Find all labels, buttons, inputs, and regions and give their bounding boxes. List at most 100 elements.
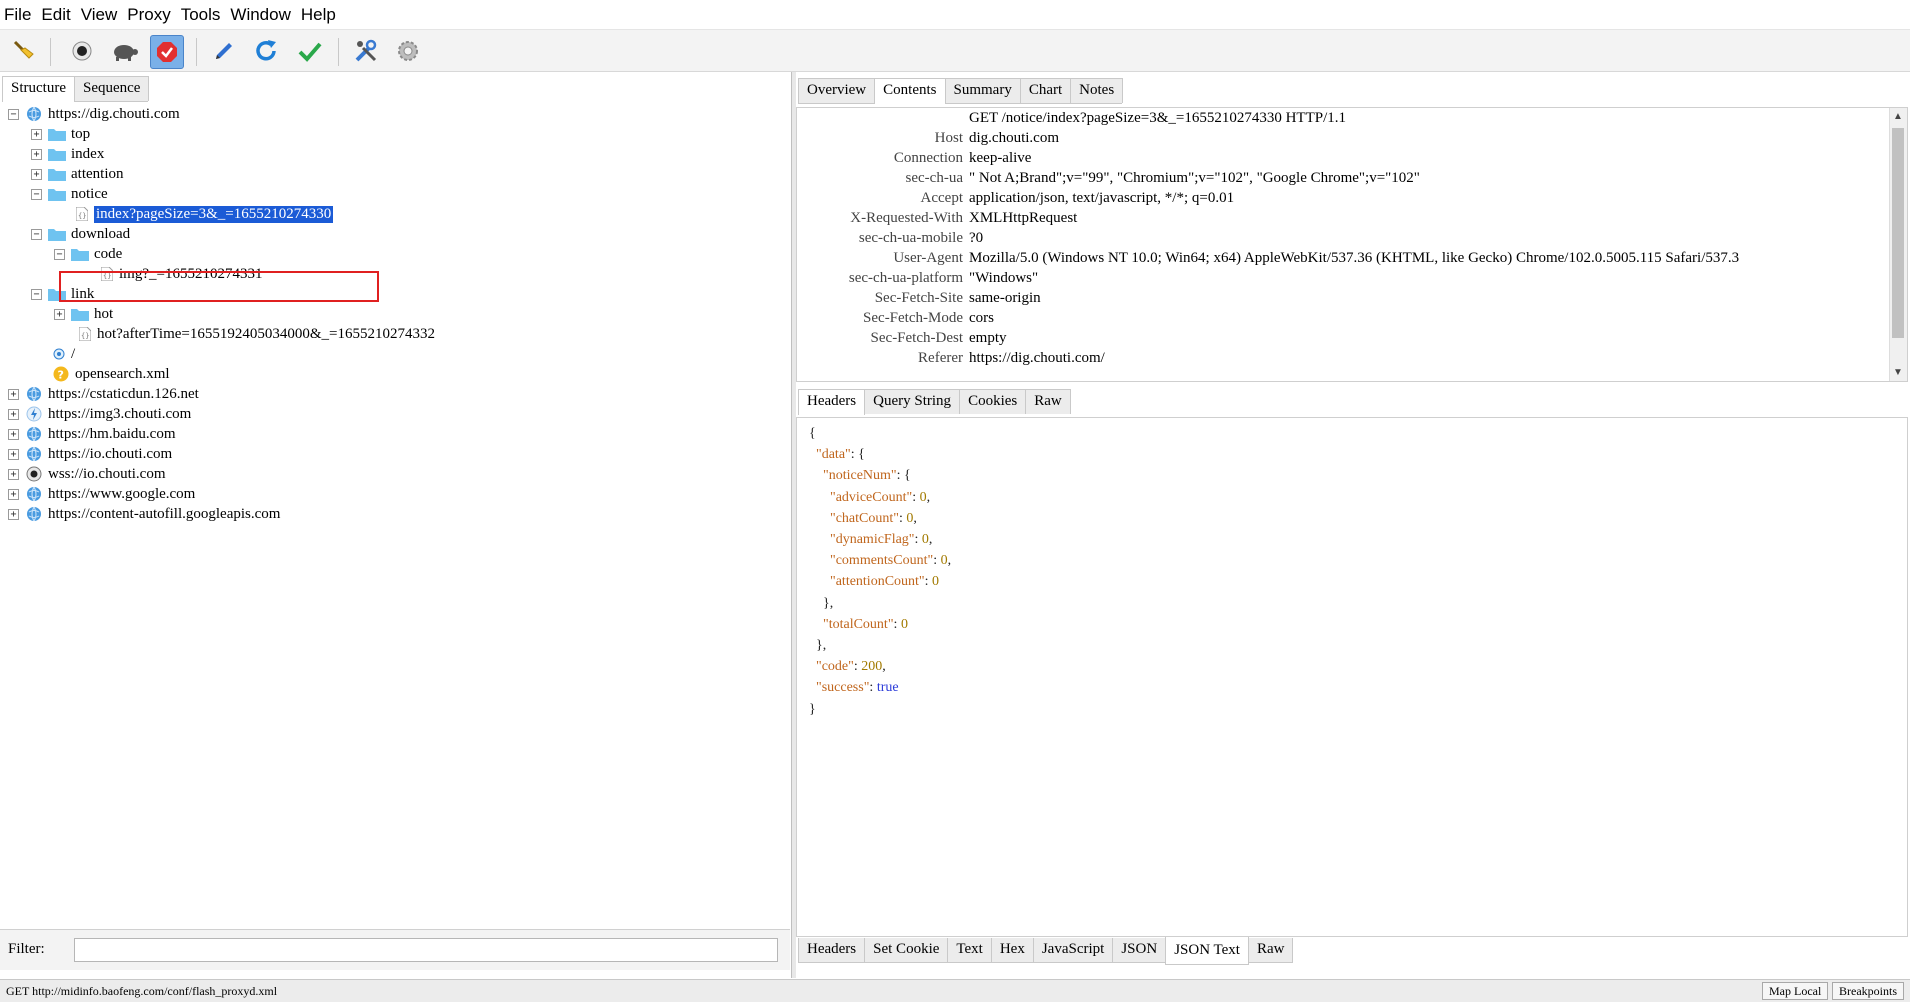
tab-contents[interactable]: Contents [874,78,946,104]
menu-edit[interactable]: Edit [37,5,76,25]
collapse-icon[interactable]: − [31,188,42,200]
breakpoints-button[interactable]: Breakpoints [1832,982,1904,1000]
menu-view[interactable]: View [77,5,124,25]
request-scrollbar[interactable]: ▲ ▼ [1889,108,1907,381]
expand-icon[interactable]: + [8,448,19,460]
svg-text:?: ? [58,369,64,382]
collapse-icon[interactable]: − [54,248,65,260]
expand-icon[interactable]: + [8,488,19,500]
pen-edit-icon[interactable] [208,35,240,67]
tree-node-host[interactable]: − https://dig.chouti.com [8,104,180,124]
expand-icon[interactable]: + [8,428,19,440]
menu-tools[interactable]: Tools [177,5,227,25]
header-row: Accept application/json, text/javascript,… [797,190,1897,210]
menu-window[interactable]: Window [226,5,296,25]
tab-chart[interactable]: Chart [1019,78,1072,103]
header-key: User-Agent [893,250,963,266]
tab-overview[interactable]: Overview [798,78,876,103]
tree-node-host[interactable]: + https://img3.chouti.com [8,404,191,424]
expand-icon[interactable]: + [31,128,42,140]
tree-node-request[interactable]: / [52,344,75,364]
tree-node-label: opensearch.xml [75,365,170,382]
tree-node-host[interactable]: + https://content-autofill.googleapis.co… [8,504,280,524]
tree-node-host[interactable]: + https://hm.baidu.com [8,424,176,444]
broom-clear-icon[interactable] [8,35,40,67]
scroll-up-icon[interactable]: ▲ [1893,111,1903,122]
header-value: application/json, text/javascript, */*; … [969,190,1235,206]
tree-node-folder[interactable]: + index [31,144,104,164]
json-punct: { [809,426,816,441]
collapse-icon[interactable]: − [31,288,42,300]
filter-input[interactable] [74,938,778,962]
tab-json-text[interactable]: JSON Text [1165,937,1249,965]
settings-gear-icon[interactable] [392,35,424,67]
scroll-thumb[interactable] [1892,128,1904,338]
expand-icon[interactable]: + [31,168,42,180]
globe-icon [25,386,43,402]
tree-node-folder[interactable]: − notice [31,184,108,204]
map-local-button[interactable]: Map Local [1762,982,1829,1000]
expand-icon[interactable]: + [8,408,19,420]
tab-javascript[interactable]: JavaScript [1032,938,1114,963]
header-row: Connection keep-alive [797,150,1897,170]
tab-query-string[interactable]: Query String [864,389,961,414]
record-icon[interactable] [66,35,98,67]
collapse-icon[interactable]: − [31,228,42,240]
json-file-icon: {} [75,206,89,222]
json-line: "totalCount": 0 [809,617,908,638]
tab-cookies[interactable]: Cookies [959,389,1027,414]
tab-response-raw[interactable]: Raw [1247,938,1294,963]
json-key: "dynamicFlag" [830,532,915,547]
tree-node-label: attention [71,165,124,182]
validate-check-icon[interactable] [294,35,326,67]
tab-request-raw[interactable]: Raw [1025,389,1071,414]
tree-node-folder[interactable]: − download [31,224,130,244]
websocket-icon [25,466,43,482]
folder-icon [48,146,66,162]
tree-node-folder[interactable]: + top [31,124,90,144]
scroll-down-icon[interactable]: ▼ [1893,367,1903,378]
tab-hex[interactable]: Hex [990,938,1034,963]
breakpoints-toggle-icon[interactable] [150,35,184,69]
tree-node-label: https://io.chouti.com [48,445,173,462]
turtle-throttle-icon[interactable] [108,35,140,67]
tab-request-headers[interactable]: Headers [798,389,866,415]
tools-icon[interactable] [350,35,382,67]
tree-node-folder[interactable]: + attention [31,164,124,184]
tab-set-cookie[interactable]: Set Cookie [864,938,949,963]
expand-icon[interactable]: + [54,308,65,320]
tab-response-headers[interactable]: Headers [798,938,866,963]
tab-text[interactable]: Text [947,938,992,963]
menu-file[interactable]: File [0,5,37,25]
collapse-icon[interactable]: − [8,108,19,120]
expand-icon[interactable]: + [31,148,42,160]
lightning-icon [25,406,43,422]
structure-panel: Structure Sequence − https://dig.chouti.… [0,72,792,978]
tree-node-host[interactable]: + https://www.google.com [8,484,195,504]
expand-icon[interactable]: + [8,388,19,400]
expand-icon[interactable]: + [8,508,19,520]
tree-node-request[interactable]: ? opensearch.xml [52,364,170,384]
tab-notes[interactable]: Notes [1070,78,1124,103]
menu-help[interactable]: Help [297,5,342,25]
tree-node-host[interactable]: + wss://io.chouti.com [8,464,166,484]
json-punct: : [914,532,922,547]
tree-node-host[interactable]: + https://io.chouti.com [8,444,172,464]
header-row: Sec-Fetch-Site same-origin [797,290,1897,310]
expand-icon[interactable]: + [8,468,19,480]
tree-node-request-selected[interactable]: {} index?pageSize=3&_=1655210274330 [75,204,335,224]
tab-structure[interactable]: Structure [2,76,75,102]
tab-summary[interactable]: Summary [944,78,1021,103]
menu-proxy[interactable]: Proxy [123,5,176,25]
folder-icon [48,166,66,182]
tree-node-request[interactable]: {} hot?afterTime=1655192405034000&_=1655… [78,324,435,344]
refresh-repeat-icon[interactable] [250,35,282,67]
tree-node-folder[interactable]: − code [54,244,122,264]
tree-node-folder[interactable]: + hot [54,304,113,324]
tree-node-host[interactable]: + https://cstaticdun.126.net [8,384,199,404]
tab-sequence[interactable]: Sequence [73,76,150,101]
toolbar-separator [338,38,339,66]
tab-json[interactable]: JSON [1112,938,1167,963]
json-key: "chatCount" [830,510,899,526]
